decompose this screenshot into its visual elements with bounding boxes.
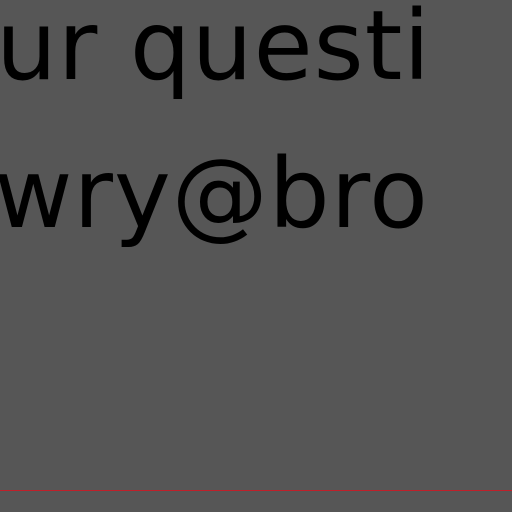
text-line-question: ur questi — [0, 0, 431, 102]
red-divider-line — [0, 490, 512, 491]
zoomed-content-viewport: ur questi wry@bro — [0, 0, 512, 512]
text-line-email: wry@bro — [0, 138, 429, 250]
